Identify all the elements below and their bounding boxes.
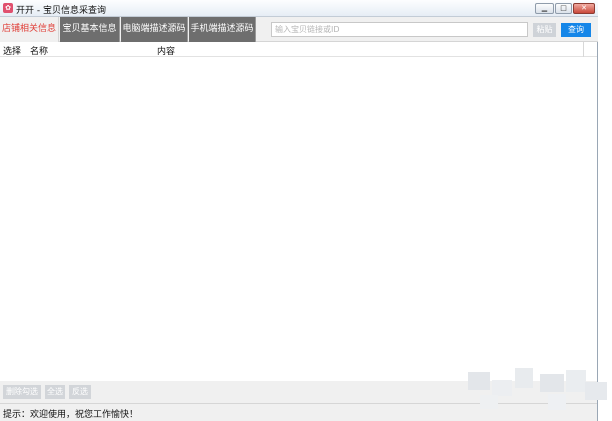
delete-checked-button[interactable]: 删除勾选 xyxy=(3,385,41,399)
close-button[interactable]: ✕ xyxy=(573,3,595,14)
maximize-button[interactable]: □ xyxy=(555,3,572,14)
header-divider xyxy=(583,42,584,57)
column-header-name[interactable]: 名称 xyxy=(30,44,48,57)
tab-item-basic-info[interactable]: 宝贝基本信息 xyxy=(60,17,120,42)
maximize-icon: □ xyxy=(560,4,567,12)
results-table: 选择 名称 内容 xyxy=(0,42,597,381)
tab-mobile-description-source[interactable]: 手机端描述源码 xyxy=(189,17,256,42)
tab-shop-info[interactable]: 店铺相关信息 xyxy=(0,17,59,42)
app-window: ✿ 开开 - 宝贝信息采查询 ▁ □ ✕ 店铺相关信息 宝贝基本信息 电脑端描述… xyxy=(0,0,598,421)
status-bar: 提示：欢迎使用，祝您工作愉快！ xyxy=(0,403,597,421)
column-header-select[interactable]: 选择 xyxy=(3,44,21,57)
app-logo-icon: ✿ xyxy=(3,3,13,13)
status-text: 提示：欢迎使用，祝您工作愉快！ xyxy=(3,410,139,420)
query-button[interactable]: 查询 xyxy=(561,23,591,37)
table-header: 选择 名称 内容 xyxy=(0,42,597,57)
minimize-icon: ▁ xyxy=(541,4,548,12)
select-all-button[interactable]: 全选 xyxy=(45,385,65,399)
minimize-button[interactable]: ▁ xyxy=(535,3,554,14)
window-title: 开开 - 宝贝信息采查询 xyxy=(16,6,106,16)
close-icon: ✕ xyxy=(581,4,587,12)
paste-button[interactable]: 粘贴 xyxy=(533,23,556,37)
title-bar: ✿ 开开 - 宝贝信息采查询 ▁ □ ✕ xyxy=(0,0,598,17)
search-input[interactable] xyxy=(271,22,528,37)
column-header-content[interactable]: 内容 xyxy=(157,44,175,57)
tab-pc-description-source[interactable]: 电脑端描述源码 xyxy=(121,17,188,42)
invert-selection-button[interactable]: 反选 xyxy=(69,385,91,399)
